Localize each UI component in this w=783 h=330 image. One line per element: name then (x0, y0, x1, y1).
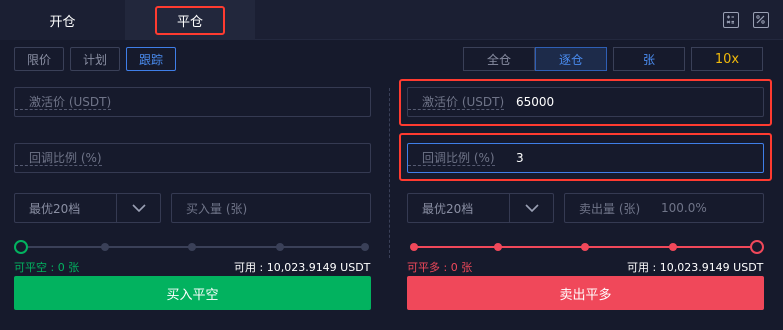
left-activation-label: 激活价 (USDT) (15, 95, 112, 110)
left-slider-step[interactable] (361, 243, 369, 251)
margin-isolated-button[interactable]: 逐仓 (535, 47, 607, 71)
activation-price-highlight (399, 79, 772, 126)
right-slider-step[interactable] (581, 243, 589, 251)
margin-cross-button[interactable]: 全仓 (463, 47, 535, 71)
column-divider (389, 88, 390, 258)
tab-close-highlight (155, 6, 225, 35)
right-price-select-label: 最优20档 (422, 201, 474, 216)
left-slider-step[interactable] (188, 243, 196, 251)
left-amount-input[interactable]: 买入量 (张) (171, 193, 371, 223)
chevron-down-icon[interactable] (509, 194, 553, 222)
chevron-down-icon[interactable] (116, 194, 160, 222)
left-activation-price-input[interactable]: 激活价 (USDT) (14, 87, 371, 117)
right-closable-value: 0 张 (450, 261, 473, 274)
leverage-button[interactable]: 10x (691, 47, 763, 71)
right-available-value: 10,023.9149 USDT (659, 261, 764, 274)
left-amount-label: 买入量 (张) (186, 201, 248, 216)
right-slider-step[interactable] (494, 243, 502, 251)
left-available: 可用 : 10,023.9149 USDT (234, 259, 370, 275)
tab-open-label: 开仓 (49, 14, 76, 30)
right-price-select[interactable]: 最优20档 (407, 193, 554, 223)
buy-close-short-button[interactable]: 买入平空 (14, 276, 371, 310)
tab-open-position[interactable]: 开仓 (0, 0, 125, 40)
right-amount-percent: 100.0% (661, 201, 707, 215)
right-available: 可用 : 10,023.9149 USDT (627, 259, 763, 275)
sell-close-long-button[interactable]: 卖出平多 (407, 276, 764, 310)
left-closable-value: 0 张 (57, 261, 80, 274)
unit-button[interactable]: 张 (613, 47, 685, 71)
percent-icon[interactable] (753, 12, 769, 28)
left-price-select-label: 最优20档 (29, 201, 81, 216)
left-slider-step[interactable] (101, 243, 109, 251)
left-price-select[interactable]: 最优20档 (14, 193, 161, 223)
mode-trailing-button[interactable]: 跟踪 (126, 47, 176, 71)
left-available-label: 可用 : (234, 261, 264, 274)
tab-close-position[interactable]: 平仓 (125, 0, 255, 40)
callback-ratio-highlight (399, 133, 772, 181)
right-amount-label: 卖出量 (张) (579, 201, 641, 216)
mode-limit-button[interactable]: 限价 (14, 47, 64, 71)
left-callback-ratio-input[interactable]: 回调比例 (%) (14, 143, 371, 173)
top-bar: 开仓 平仓 (0, 0, 783, 40)
left-slider-handle[interactable] (14, 240, 28, 254)
right-closable-label: 可平多 : (407, 261, 448, 274)
left-slider-step[interactable] (276, 243, 284, 251)
right-available-label: 可用 : (627, 261, 657, 274)
right-slider-step[interactable] (669, 243, 677, 251)
left-amount-slider[interactable] (14, 240, 371, 254)
right-closable: 可平多 : 0 张 (407, 259, 472, 275)
left-callback-label: 回调比例 (%) (15, 151, 102, 166)
left-closable: 可平空 : 0 张 (14, 259, 79, 275)
right-amount-slider[interactable] (407, 240, 764, 254)
right-slider-step[interactable] (410, 243, 418, 251)
left-closable-label: 可平空 : (14, 261, 55, 274)
right-slider-handle[interactable] (750, 240, 764, 254)
mode-plan-button[interactable]: 计划 (70, 47, 120, 71)
left-available-value: 10,023.9149 USDT (266, 261, 371, 274)
calculator-icon[interactable] (723, 12, 739, 28)
right-amount-input[interactable]: 卖出量 (张) 100.0% (564, 193, 764, 223)
